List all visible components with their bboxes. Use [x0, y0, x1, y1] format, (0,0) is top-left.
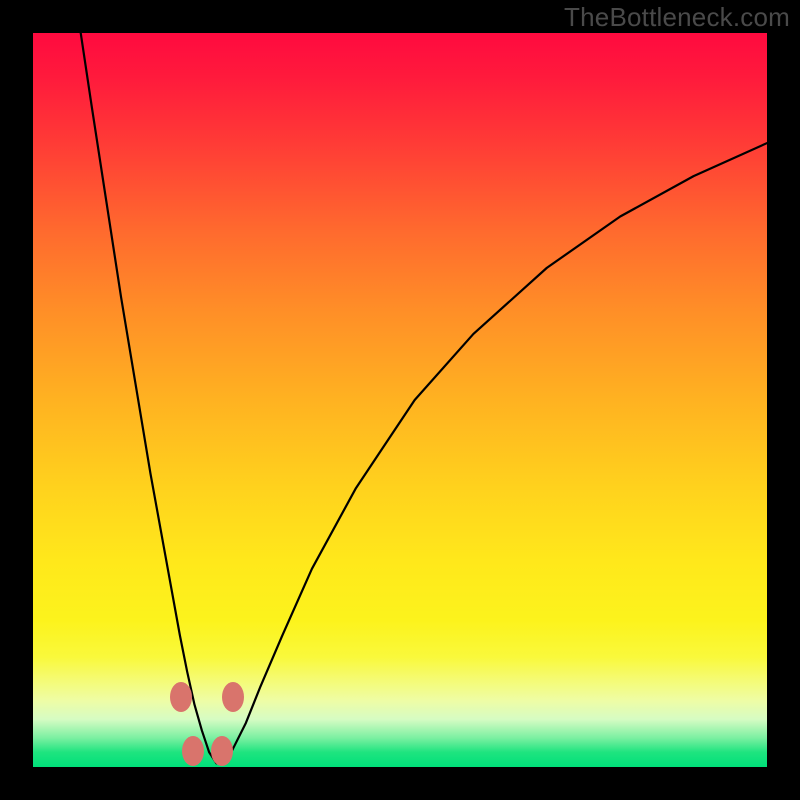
chart-frame: TheBottleneck.com: [0, 0, 800, 800]
watermark-text: TheBottleneck.com: [564, 2, 790, 33]
curve-marker: [182, 736, 204, 766]
curve-marker: [211, 736, 233, 766]
bottleneck-curve: [33, 33, 767, 767]
curve-marker: [170, 682, 192, 712]
plot-area: [33, 33, 767, 767]
curve-marker: [222, 682, 244, 712]
